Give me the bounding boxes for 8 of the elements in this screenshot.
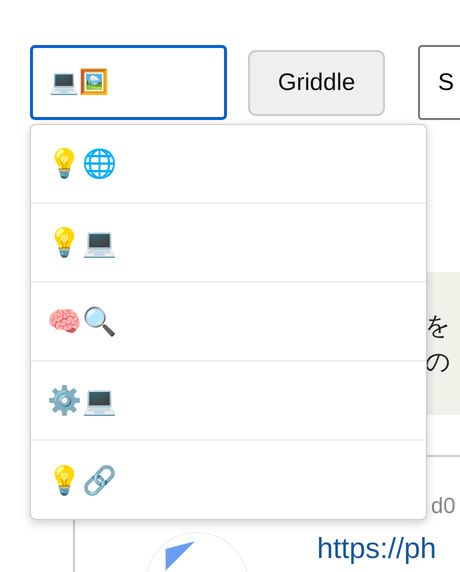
snippet-text: の	[425, 346, 452, 378]
suggestion-item[interactable]: ⚙💻	[31, 362, 426, 441]
url-link[interactable]: https://ph	[317, 533, 456, 566]
snippet-text: を	[425, 310, 452, 342]
suggestion-item[interactable]: 🧠🔍	[31, 283, 426, 362]
toolbar-button[interactable]: S	[418, 45, 460, 120]
griddle-button[interactable]: Griddle	[248, 50, 385, 116]
hash-text: d0	[431, 493, 456, 519]
